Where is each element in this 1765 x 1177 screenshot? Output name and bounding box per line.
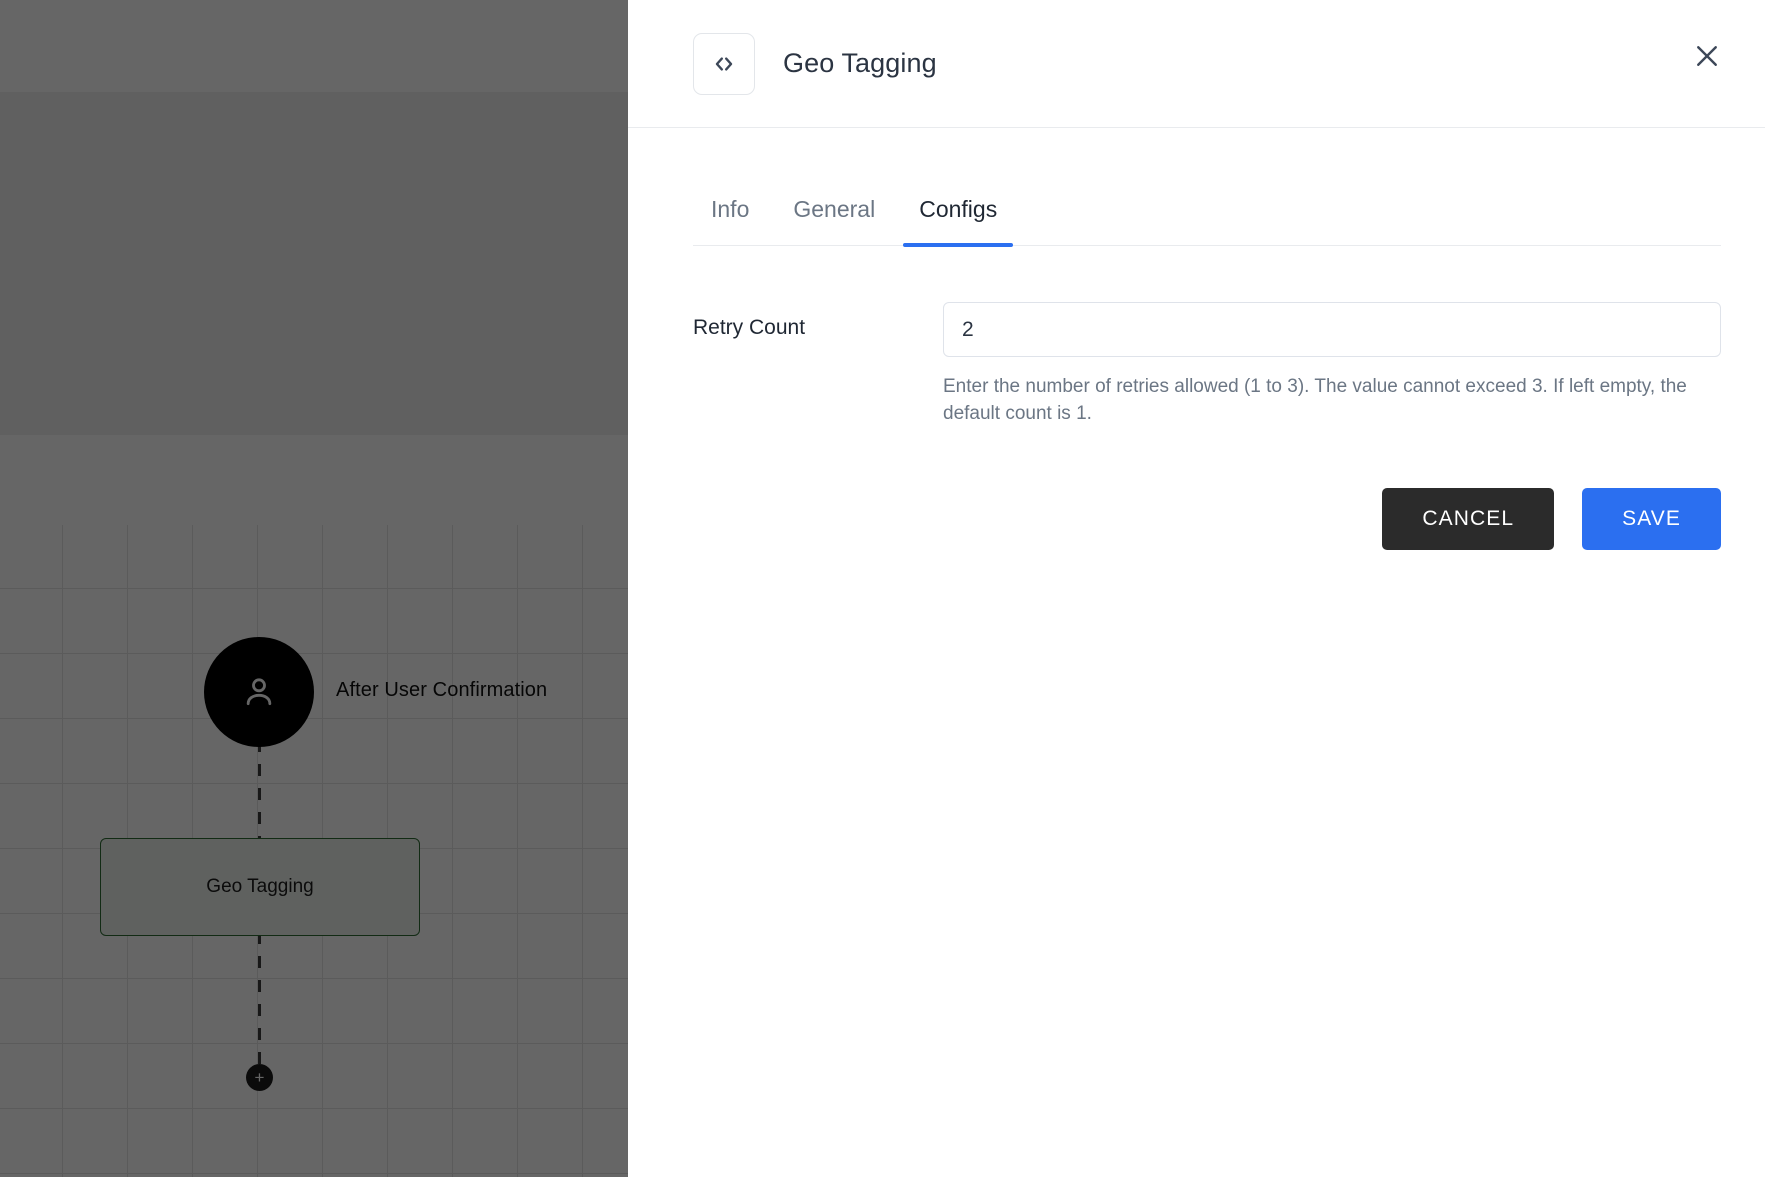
retry-count-row: Retry Count Enter the number of retries … <box>693 302 1721 428</box>
drawer-body: Info General Configs Retry Count Enter t… <box>628 128 1765 1177</box>
modal-scrim[interactable] <box>0 0 628 1177</box>
tab-general[interactable]: General <box>771 196 897 245</box>
drawer-header: Geo Tagging <box>628 0 1765 128</box>
close-icon <box>1692 41 1722 71</box>
retry-count-field-col: Enter the number of retries allowed (1 t… <box>943 302 1721 428</box>
retry-count-help-text: Enter the number of retries allowed (1 t… <box>943 376 1687 424</box>
drawer-actions: CANCEL SAVE <box>693 487 1721 550</box>
code-brackets-icon <box>693 32 755 95</box>
retry-count-label: Retry Count <box>693 316 806 339</box>
node-settings-drawer: Geo Tagging Info General Configs Retry C… <box>628 0 1765 1177</box>
drawer-title: Geo Tagging <box>783 48 937 78</box>
drawer-tabs: Info General Configs <box>693 128 1721 247</box>
cancel-button[interactable]: CANCEL <box>1382 487 1555 550</box>
app-root: After User Confirmation Geo Tagging + Ge… <box>0 0 1765 1177</box>
retry-count-input[interactable] <box>943 302 1721 357</box>
close-button[interactable] <box>1683 32 1731 80</box>
tab-info[interactable]: Info <box>689 196 771 245</box>
tab-configs[interactable]: Configs <box>897 196 1019 247</box>
save-button[interactable]: SAVE <box>1582 487 1721 550</box>
